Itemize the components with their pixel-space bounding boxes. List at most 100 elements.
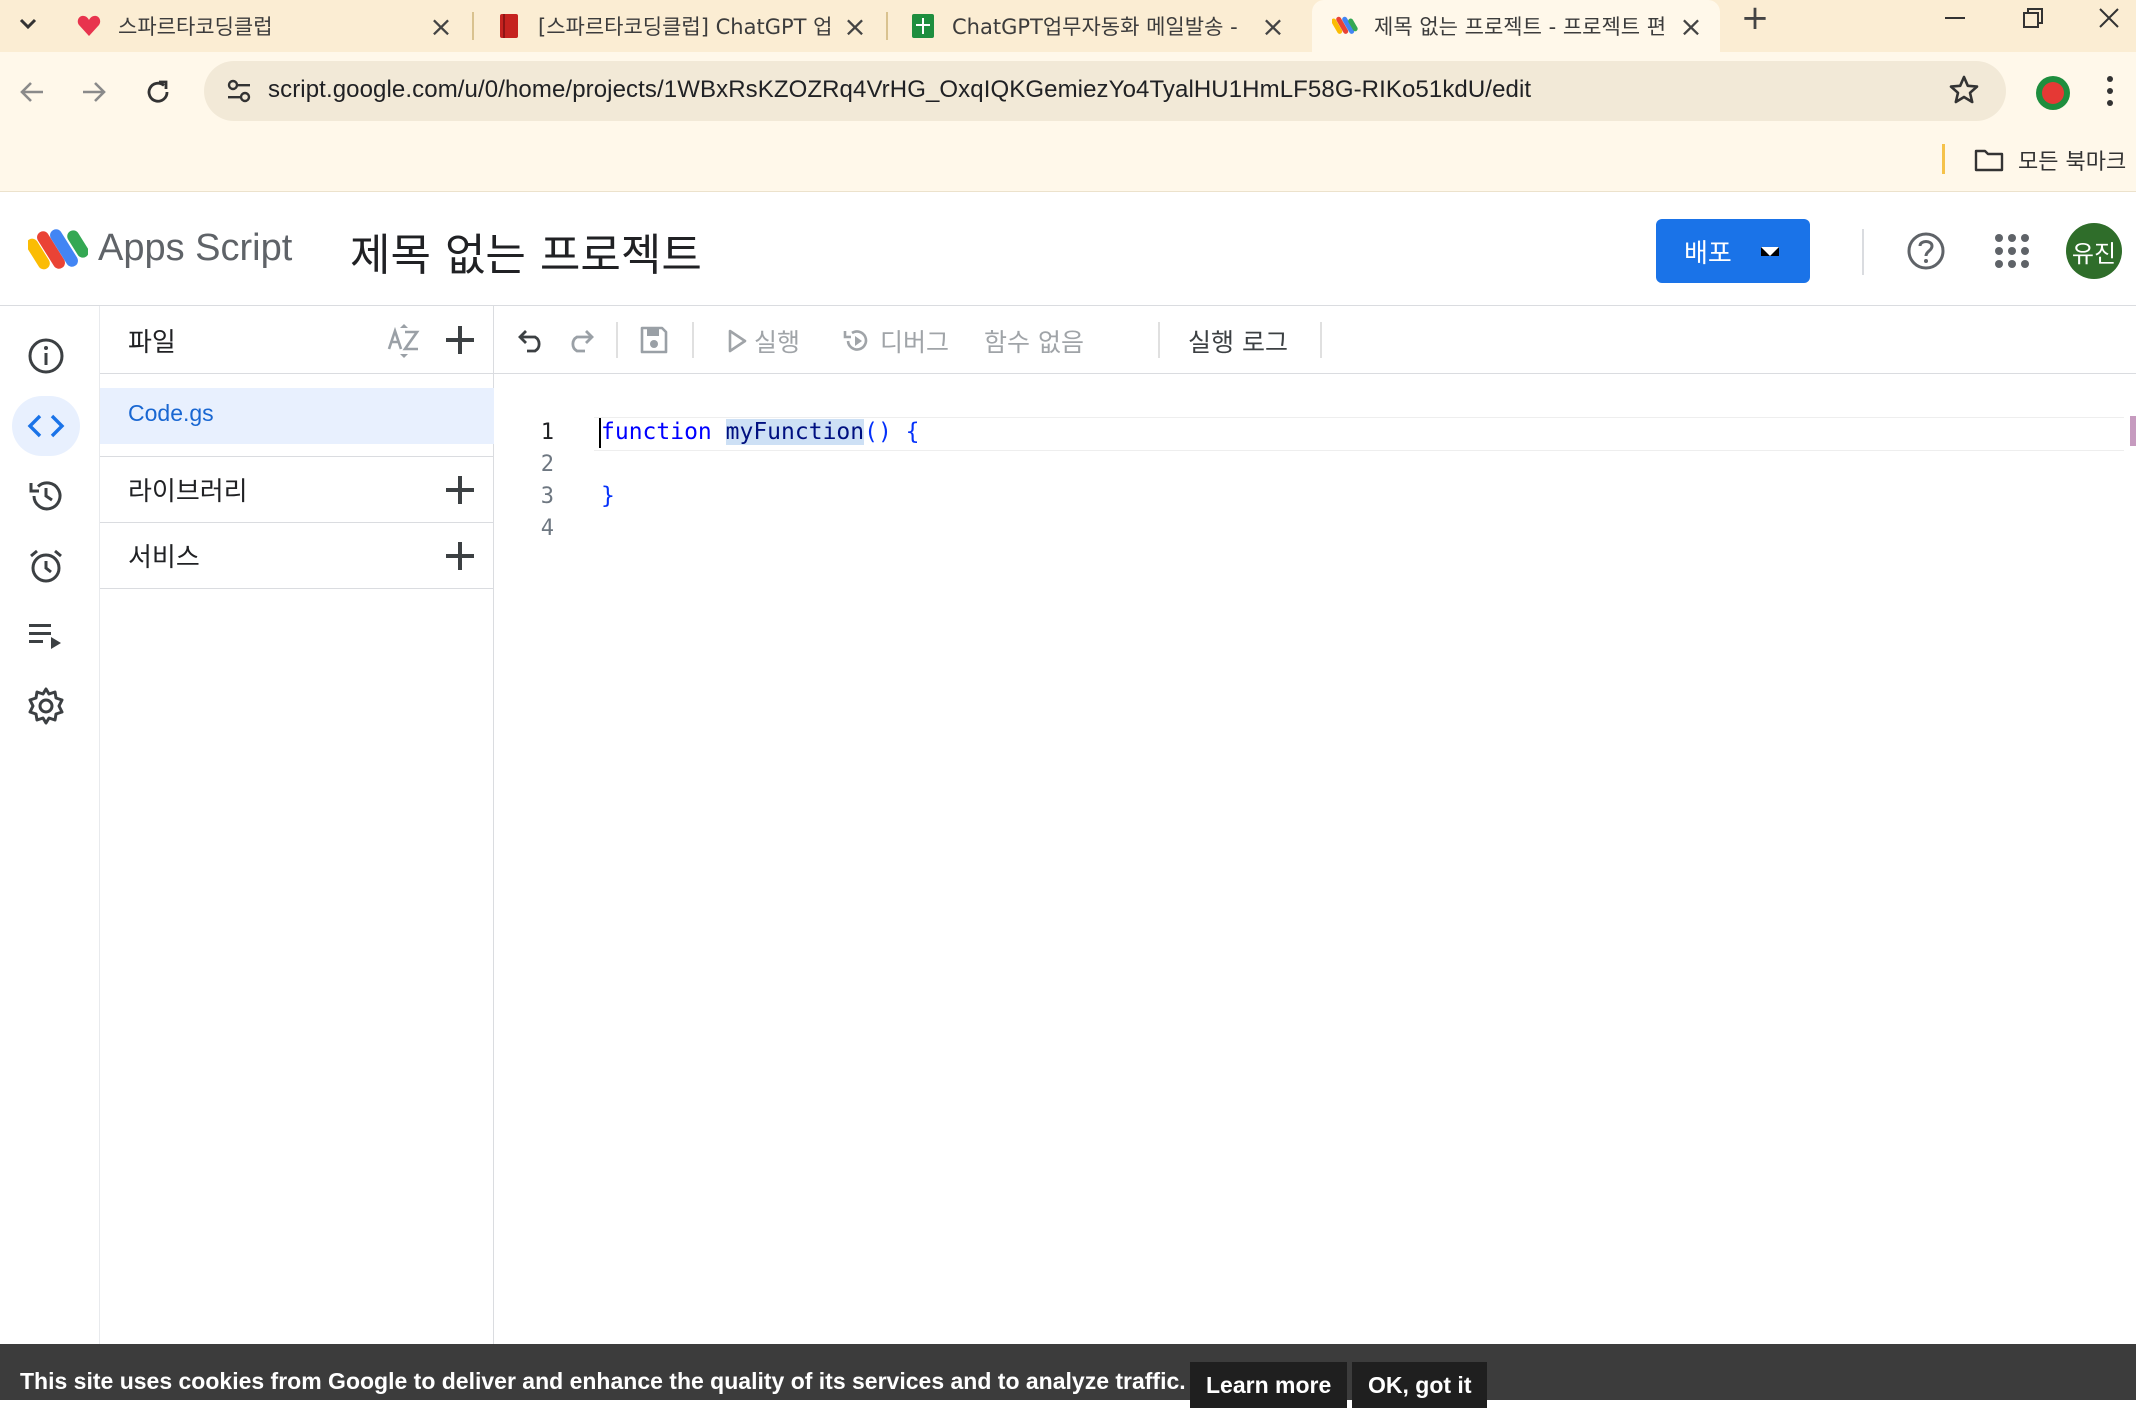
debug-button[interactable]: 디버그 bbox=[842, 323, 949, 359]
bookmark-star-icon[interactable] bbox=[1948, 74, 1980, 110]
sparta-heart-icon bbox=[76, 13, 102, 39]
close-icon[interactable]: × bbox=[1260, 10, 1286, 43]
add-library-icon[interactable] bbox=[442, 472, 478, 508]
apps-script-header: Apps Script 제목 없는 프로젝트 배포 유진 bbox=[0, 193, 2136, 306]
services-section: 서비스 bbox=[100, 522, 494, 588]
code-line-1: function myFunction() { bbox=[601, 419, 920, 445]
gear-icon bbox=[28, 687, 64, 725]
folder-icon bbox=[1974, 149, 2004, 172]
line-number: 3 bbox=[540, 484, 554, 509]
tab-search-button[interactable] bbox=[10, 6, 46, 42]
restore-icon bbox=[2023, 8, 2043, 28]
restore-button[interactable] bbox=[1998, 0, 2068, 36]
add-service-icon[interactable] bbox=[442, 538, 478, 574]
punctuation-token: () { bbox=[864, 419, 920, 445]
chevron-down-icon bbox=[19, 18, 37, 30]
alarm-clock-icon bbox=[30, 549, 62, 583]
function-select[interactable]: 함수 없음 bbox=[984, 323, 1084, 359]
code-editor[interactable]: 1 2 3 4 function myFunction() { } bbox=[494, 374, 2136, 1344]
browser-menu-icon[interactable] bbox=[2104, 74, 2116, 112]
app-name: Apps Script bbox=[98, 227, 293, 269]
new-tab-button[interactable]: + bbox=[1735, 0, 1775, 38]
cookie-message: This site uses cookies from Google to de… bbox=[20, 1368, 1186, 1394]
nav-overview[interactable] bbox=[12, 326, 80, 386]
file-item-code-gs[interactable]: Code.gs bbox=[100, 388, 494, 444]
forward-arrow-icon bbox=[83, 82, 106, 102]
site-settings-icon[interactable] bbox=[226, 79, 252, 107]
browser-tab-2[interactable]: [스파르타코딩클럽] ChatGPT 업 × bbox=[476, 0, 884, 52]
save-icon[interactable] bbox=[634, 320, 674, 360]
all-bookmarks-label: 모든 북마크 bbox=[2018, 150, 2127, 175]
debug-icon bbox=[843, 330, 868, 351]
url-text: script.google.com/u/0/home/projects/1WBx… bbox=[268, 76, 1532, 103]
services-label: 서비스 bbox=[128, 543, 200, 573]
undo-icon[interactable] bbox=[512, 320, 552, 360]
debug-label: 디버그 bbox=[880, 328, 950, 357]
back-arrow-icon bbox=[20, 82, 43, 102]
keyword-token: function bbox=[601, 419, 712, 445]
browser-tab-1[interactable]: 스파르타코딩클럽 × bbox=[56, 0, 470, 52]
nav-triggers[interactable] bbox=[12, 536, 80, 596]
close-icon[interactable]: × bbox=[1678, 10, 1704, 43]
redo-icon[interactable] bbox=[560, 320, 600, 360]
tab-title: [스파르타코딩클럽] ChatGPT 업 bbox=[538, 15, 832, 39]
tab-title: ChatGPT업무자동화 메일발송 - bbox=[952, 15, 1238, 39]
sheets-icon bbox=[910, 13, 936, 39]
browser-tab-4-active[interactable]: 제목 없는 프로젝트 - 프로젝트 편 × bbox=[1312, 0, 1720, 52]
toolbar-divider bbox=[1320, 322, 1322, 358]
nav-versions[interactable] bbox=[12, 466, 80, 526]
left-nav-rail bbox=[0, 306, 100, 1400]
text-cursor bbox=[599, 418, 601, 448]
tab-title: 스파르타코딩클럽 bbox=[118, 15, 273, 39]
deploy-button[interactable]: 배포 bbox=[1656, 219, 1810, 283]
play-icon bbox=[728, 329, 747, 353]
sort-az-icon[interactable] bbox=[386, 322, 422, 364]
nav-editor[interactable] bbox=[12, 396, 80, 456]
add-file-icon[interactable] bbox=[442, 322, 478, 358]
run-label: 실행 bbox=[754, 328, 801, 357]
book-icon bbox=[496, 13, 522, 39]
cookie-banner: This site uses cookies from Google to de… bbox=[0, 1344, 2136, 1408]
browser-tab-3[interactable]: ChatGPT업무자동화 메일발송 - × bbox=[890, 0, 1302, 52]
execution-log-button[interactable]: 실행 로그 bbox=[1188, 323, 1288, 359]
close-icon[interactable]: × bbox=[428, 10, 454, 43]
tab-divider bbox=[886, 12, 888, 40]
bookmark-divider bbox=[1942, 144, 1945, 174]
history-icon bbox=[29, 481, 62, 511]
project-title[interactable]: 제목 없는 프로젝트 bbox=[350, 219, 702, 283]
address-bar[interactable]: script.google.com/u/0/home/projects/1WBx… bbox=[204, 61, 2006, 121]
profile-icon[interactable] bbox=[2034, 74, 2072, 116]
apps-script-logo-icon[interactable] bbox=[26, 223, 89, 279]
minimize-icon bbox=[1945, 17, 1965, 19]
header-divider bbox=[1862, 229, 1864, 275]
close-window-button[interactable] bbox=[2074, 0, 2136, 36]
google-apps-grid-icon[interactable] bbox=[1994, 233, 2030, 273]
files-panel: 파일 Code.gs 라이브러리 서비스 bbox=[100, 306, 494, 1400]
nav-executions[interactable] bbox=[12, 606, 80, 666]
file-name: Code.gs bbox=[128, 400, 214, 426]
all-bookmarks-button[interactable]: 모든 북마크 bbox=[1974, 142, 2126, 178]
back-button[interactable] bbox=[10, 70, 54, 114]
tab-divider bbox=[472, 12, 474, 40]
forward-button[interactable] bbox=[72, 70, 116, 114]
libraries-label: 라이브러리 bbox=[128, 477, 248, 507]
toolbar-divider bbox=[616, 322, 618, 358]
learn-more-button[interactable]: Learn more bbox=[1190, 1362, 1348, 1408]
close-icon bbox=[2099, 8, 2119, 28]
ok-got-it-button[interactable]: OK, got it bbox=[1352, 1362, 1488, 1408]
scrollbar-marker bbox=[2130, 416, 2136, 446]
reload-button[interactable] bbox=[136, 70, 180, 114]
line-number: 4 bbox=[540, 516, 554, 541]
avatar[interactable]: 유진 bbox=[2066, 223, 2122, 279]
minimize-button[interactable] bbox=[1920, 0, 1990, 36]
tab-title: 제목 없는 프로젝트 - 프로젝트 편 bbox=[1374, 15, 1667, 39]
playlist-icon bbox=[29, 624, 61, 649]
help-icon[interactable] bbox=[1906, 231, 1946, 275]
close-icon[interactable]: × bbox=[842, 10, 868, 43]
nav-settings[interactable] bbox=[12, 676, 80, 736]
code-brackets-icon bbox=[27, 414, 65, 438]
run-button[interactable]: 실행 bbox=[726, 323, 800, 359]
code-line-3: } bbox=[601, 483, 615, 509]
libraries-section: 라이브러리 bbox=[100, 456, 494, 522]
files-header: 파일 bbox=[100, 306, 494, 374]
